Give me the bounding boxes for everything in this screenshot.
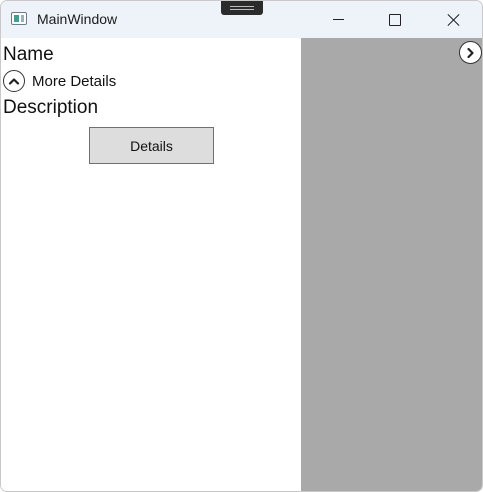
main-window: MainWindow Name More Details Description… xyxy=(0,0,483,492)
window-title: MainWindow xyxy=(37,11,118,27)
details-button[interactable]: Details xyxy=(89,127,214,164)
title-bar[interactable]: MainWindow xyxy=(1,1,482,38)
minimize-icon xyxy=(332,19,344,20)
window-content: Name More Details Description Details xyxy=(1,38,482,491)
chevron-right-icon xyxy=(467,47,474,58)
more-details-expander[interactable]: More Details xyxy=(3,69,116,93)
name-label: Name xyxy=(3,44,54,65)
close-button[interactable] xyxy=(431,1,477,38)
minimize-button[interactable] xyxy=(315,1,361,38)
chevron-up-icon[interactable] xyxy=(3,70,25,92)
details-panel: Name More Details Description Details xyxy=(1,38,301,491)
window-app-icon xyxy=(11,12,27,25)
panel-toggle-button[interactable] xyxy=(459,41,482,64)
close-icon xyxy=(448,14,460,26)
description-label: Description xyxy=(3,97,99,118)
snap-grip-handle[interactable] xyxy=(221,1,263,15)
maximize-icon xyxy=(389,13,401,26)
maximize-button[interactable] xyxy=(372,1,418,38)
side-panel xyxy=(301,38,482,491)
expander-label[interactable]: More Details xyxy=(32,73,116,90)
